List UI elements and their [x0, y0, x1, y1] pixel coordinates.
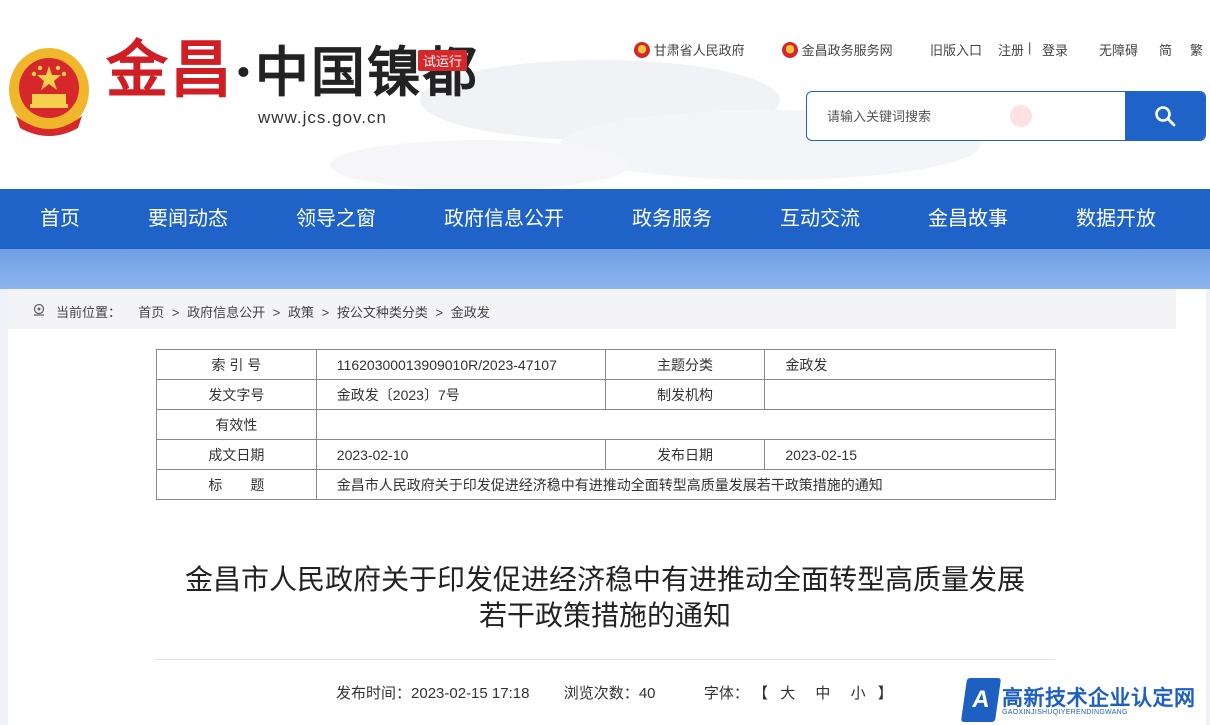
doc-number-value: 金政发〔2023〕7号	[315, 379, 606, 410]
register-link[interactable]: 注册	[998, 40, 1024, 59]
search-icon	[1155, 106, 1176, 127]
index-value: 11620300013909010R/2023-47107	[315, 349, 606, 380]
table-row: 有效性	[156, 409, 1057, 440]
logo-dot: ·	[234, 40, 255, 104]
nav-item-interaction[interactable]: 互动交流	[780, 189, 860, 249]
index-label: 索 引 号	[156, 349, 317, 380]
header-decor-cloud	[330, 140, 630, 189]
font-size-label: 字体：	[703, 685, 749, 702]
accessibility-link[interactable]: 无障碍	[1099, 40, 1138, 59]
login-link[interactable]: 登录	[1042, 40, 1068, 59]
article-title-line2: 若干政策措施的通知	[478, 600, 731, 631]
simplified-chinese-link[interactable]: 简	[1159, 40, 1172, 59]
watermark-badge-icon: A	[960, 678, 1002, 722]
gansu-gov-link[interactable]: 甘肃省人民政府	[634, 40, 745, 59]
topic-label: 主题分类	[604, 349, 766, 380]
created-date-value: 2023-02-10	[315, 439, 606, 470]
site-domain: www.jcs.gov.cn	[258, 108, 387, 127]
emblem-mini-icon	[782, 42, 798, 58]
issuer-value	[764, 379, 1056, 410]
breadcrumb-separator: >	[272, 305, 281, 320]
breadcrumb: 当前位置： 首页 > 政府信息公开 > 政策 > 按公文种类分类 > 金政发	[8, 289, 1176, 329]
nav-item-stories[interactable]: 金昌故事	[928, 189, 1008, 249]
top-links-bar: 甘肃省人民政府 金昌政务服务网 旧版入口 注册 | 登录 无障碍 简 繁	[630, 40, 1210, 60]
views-label: 浏览次数：	[563, 685, 639, 702]
link-divider: |	[1028, 40, 1032, 55]
breadcrumb-item-current[interactable]: 金政发	[451, 305, 490, 320]
table-row: 标 题 金昌市人民政府关于印发促进经济稳中有进推动全面转型高质量发展若干政策措施…	[156, 469, 1057, 500]
publish-time-value: 2023-02-15 17:18	[411, 685, 530, 702]
topic-value: 金政发	[764, 349, 1056, 380]
font-size-medium-button[interactable]: 中	[815, 685, 830, 702]
published-date-label: 发布日期	[604, 439, 766, 470]
search-box	[806, 91, 1206, 141]
watermark-text: 高新技术企业认定网	[1002, 687, 1196, 710]
table-row: 索 引 号 11620300013909010R/2023-47107 主题分类…	[156, 349, 1056, 380]
validity-value	[315, 409, 1057, 440]
issuer-label: 制发机构	[604, 379, 766, 410]
breadcrumb-item-policy[interactable]: 政策	[288, 305, 314, 320]
site-header: 金昌·中国镍都 试运行 www.jcs.gov.cn 甘肃省人民政府 金昌政务服…	[0, 0, 1210, 189]
service-net-label: 金昌政务服务网	[801, 43, 893, 58]
table-row: 成文日期 2023-02-10 发布日期 2023-02-15	[156, 439, 1056, 470]
main-nav: 首页 要闻动态 领导之窗 政府信息公开 政务服务 互动交流 金昌故事 数据开放	[0, 189, 1210, 249]
document-info-table: 索 引 号 11620300013909010R/2023-47107 主题分类…	[156, 349, 1057, 500]
location-icon	[33, 303, 45, 316]
emblem-mini-icon	[634, 42, 650, 58]
logo-char: 昌	[170, 33, 235, 106]
nav-item-home[interactable]: 首页	[40, 189, 80, 249]
font-size-large-button[interactable]: 大	[780, 685, 795, 702]
article-title: 金昌市人民政府关于印发促进经济稳中有进推动全面转型高质量发展 若干政策措施的通知	[130, 562, 1080, 634]
published-date-value: 2023-02-15	[764, 439, 1056, 470]
search-button[interactable]	[1125, 92, 1205, 140]
validity-label: 有效性	[156, 409, 317, 440]
breadcrumb-item-by-type[interactable]: 按公文种类分类	[337, 305, 428, 320]
nav-item-leaders[interactable]: 领导之窗	[296, 189, 376, 249]
breadcrumb-separator: >	[321, 305, 330, 320]
search-input[interactable]	[807, 92, 1125, 140]
nav-item-services[interactable]: 政务服务	[632, 189, 712, 249]
table-row: 发文字号 金政发〔2023〕7号 制发机构	[156, 379, 1056, 410]
watermark-subtext: GAOXINJISHUQIYERENDINGWANG	[1002, 709, 1128, 716]
old-version-link[interactable]: 旧版入口	[930, 40, 982, 59]
watermark-logo: A 高新技术企业认定网 GAOXINJISHUQIYERENDINGWANG	[960, 676, 1210, 725]
nav-item-open-data[interactable]: 数据开放	[1076, 189, 1156, 249]
article-title-line1: 金昌市人民政府关于印发促进经济稳中有进推动全面转型高质量发展	[184, 564, 1025, 595]
article-meta: 发布时间：2023-02-15 17:18 浏览次数：40 字体： 【 大 中 …	[336, 682, 893, 703]
title-divider	[155, 659, 1055, 660]
breadcrumb-separator: >	[435, 305, 444, 320]
title-value: 金昌市人民政府关于印发促进经济稳中有进推动全面转型高质量发展若干政策措施的通知	[315, 469, 1057, 500]
publish-time-label: 发布时间：	[336, 685, 412, 702]
bracket-close: 】	[877, 685, 893, 702]
breadcrumb-item-gov-info[interactable]: 政府信息公开	[187, 305, 265, 320]
doc-number-label: 发文字号	[156, 379, 317, 410]
trial-badge: 试运行	[418, 50, 468, 71]
bracket-open: 【	[753, 685, 769, 702]
breadcrumb-item-home[interactable]: 首页	[138, 305, 164, 320]
created-date-label: 成文日期	[156, 439, 317, 470]
title-label: 标 题	[156, 469, 317, 500]
nav-item-gov-info[interactable]: 政府信息公开	[444, 189, 564, 249]
nav-gradient-band	[0, 249, 1210, 289]
font-size-small-button[interactable]: 小	[851, 685, 866, 702]
breadcrumb-separator: >	[171, 305, 180, 320]
gansu-gov-label: 甘肃省人民政府	[653, 43, 745, 58]
views-count: 40	[638, 685, 656, 702]
traditional-chinese-link[interactable]: 繁	[1190, 40, 1203, 59]
nav-item-news[interactable]: 要闻动态	[148, 189, 228, 249]
breadcrumb-prefix: 当前位置：	[56, 305, 122, 320]
logo-char: 金	[106, 33, 171, 106]
national-emblem-icon	[9, 48, 89, 136]
service-net-link[interactable]: 金昌政务服务网	[782, 40, 893, 59]
